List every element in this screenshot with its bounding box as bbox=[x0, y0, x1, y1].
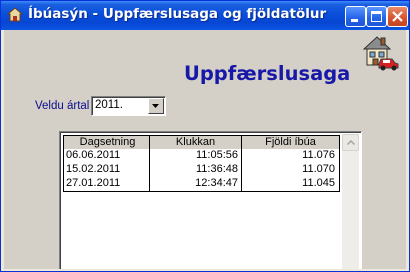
column-header-time[interactable]: Klukkan bbox=[149, 135, 242, 150]
chevron-down-icon bbox=[152, 104, 159, 108]
year-dropdown[interactable]: 2011. bbox=[91, 96, 166, 116]
year-dropdown-value: 2011. bbox=[95, 99, 123, 111]
table-cell-time[interactable]: 11:36:48 bbox=[149, 163, 242, 178]
title-bar[interactable]: Íbúasýn - Uppfærslusaga og fjöldatölur bbox=[1, 1, 409, 30]
table-cell-date[interactable]: 27.01.2011 bbox=[63, 177, 150, 192]
minimize-icon bbox=[351, 19, 358, 22]
scroll-up-button[interactable] bbox=[342, 134, 359, 151]
table-cell-time[interactable]: 12:34:47 bbox=[149, 177, 242, 192]
table-cell-count[interactable]: 11.045 bbox=[241, 177, 340, 192]
table-scrollbar[interactable] bbox=[342, 134, 359, 269]
window-title: Íbúasýn - Uppfærslusaga og fjöldatölur bbox=[28, 6, 327, 22]
column-header-date[interactable]: Dagsetning bbox=[63, 135, 150, 150]
table-cell-date[interactable]: 06.06.2011 bbox=[63, 149, 150, 164]
close-icon bbox=[392, 11, 403, 22]
year-dropdown-button[interactable] bbox=[148, 98, 164, 114]
chevron-up-icon bbox=[347, 140, 355, 145]
table-cell-count[interactable]: 11.076 bbox=[241, 149, 340, 164]
app-icon bbox=[7, 7, 23, 22]
year-label: Veldu ártal bbox=[35, 100, 90, 112]
maximize-button[interactable] bbox=[366, 6, 387, 27]
close-button[interactable] bbox=[387, 6, 408, 27]
maximize-icon bbox=[371, 11, 382, 22]
update-history-table[interactable]: Dagsetning Klukkan Fjöldi íbúa 06.06.201… bbox=[59, 131, 362, 269]
page-title: Uppfærslusaga bbox=[184, 62, 351, 85]
column-header-count[interactable]: Fjöldi íbúa bbox=[241, 135, 340, 150]
table-cell-count[interactable]: 11.070 bbox=[241, 163, 340, 178]
house-car-icon bbox=[362, 36, 399, 71]
client-area: Uppfærslusaga Veldu ártal 2011. Dagsetni… bbox=[4, 30, 406, 269]
minimize-button[interactable] bbox=[345, 6, 366, 27]
table-cell-date[interactable]: 15.02.2011 bbox=[63, 163, 150, 178]
table-cell-time[interactable]: 11:05:56 bbox=[149, 149, 242, 164]
app-window: Íbúasýn - Uppfærslusaga og fjöldatölur U… bbox=[0, 0, 410, 272]
